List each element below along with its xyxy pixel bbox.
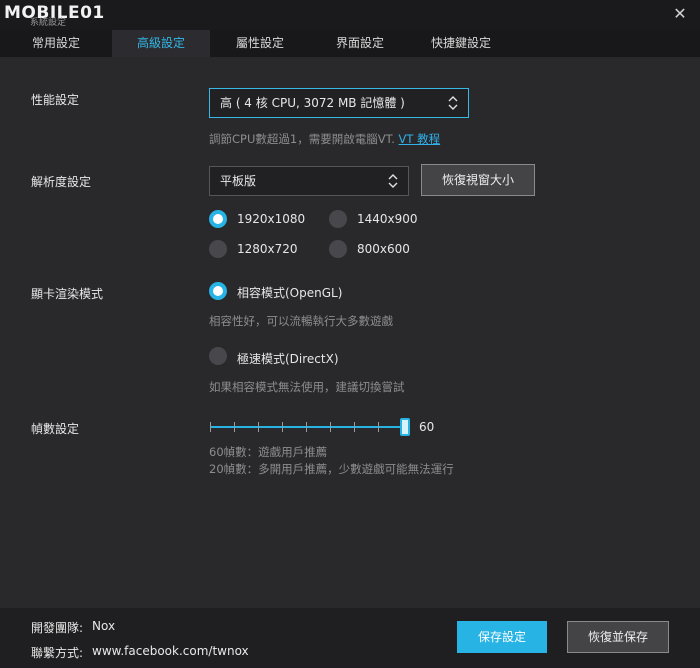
radio-opengl[interactable] bbox=[209, 282, 227, 300]
contact-value: www.facebook.com/twnox bbox=[92, 644, 249, 658]
updown-arrows-icon bbox=[388, 174, 398, 188]
tab-bar: 常用設定 高級設定 屬性設定 界面設定 快捷鍵設定 bbox=[0, 30, 700, 57]
fps-slider-tick bbox=[306, 422, 307, 432]
updown-arrows-icon bbox=[448, 96, 458, 110]
tab-common-settings[interactable]: 常用設定 bbox=[0, 30, 112, 57]
fps-slider-tick bbox=[258, 422, 259, 432]
contact-label: 聯繫方式: bbox=[31, 646, 84, 660]
resolution-label: 解析度設定 bbox=[31, 175, 92, 189]
fps-slider-track[interactable] bbox=[210, 426, 405, 428]
dev-team-label: 開發團隊: bbox=[31, 621, 84, 635]
vt-tutorial-link[interactable]: VT 教程 bbox=[399, 132, 441, 146]
tab-shortcut-settings[interactable]: 快捷鍵設定 bbox=[410, 30, 512, 57]
fps-value: 60 bbox=[419, 420, 435, 434]
radio-opengl-label: 相容模式(OpenGL) bbox=[237, 286, 343, 300]
fps-slider-tick bbox=[210, 422, 211, 432]
save-settings-button[interactable]: 保存設定 bbox=[457, 621, 547, 653]
fps-slider-tick bbox=[378, 422, 379, 432]
radio-1280x720-label: 1280x720 bbox=[237, 242, 298, 256]
tab-advanced-settings[interactable]: 高級設定 bbox=[112, 30, 210, 57]
resolution-select-value: 平板版 bbox=[220, 174, 257, 188]
fps-label: 幀數設定 bbox=[31, 422, 80, 436]
restore-and-save-button[interactable]: 恢復並保存 bbox=[567, 621, 669, 653]
fps-slider-tick bbox=[282, 422, 283, 432]
performance-select[interactable]: 高 ( 4 核 CPU, 3072 MB 記憶體 ) bbox=[209, 88, 469, 118]
dev-team-value: Nox bbox=[92, 619, 116, 633]
opengl-hint: 相容性好，可以流暢執行大多數遊戲 bbox=[209, 314, 393, 328]
tab-interface-settings[interactable]: 界面設定 bbox=[310, 30, 410, 57]
fps-slider-tick bbox=[234, 422, 235, 432]
radio-1920x1080[interactable] bbox=[209, 210, 227, 228]
tab-property-settings[interactable]: 屬性設定 bbox=[210, 30, 310, 57]
radio-800x600[interactable] bbox=[329, 240, 347, 258]
fps-slider-handle[interactable] bbox=[400, 418, 410, 436]
fps-hint-60: 60幀數：遊戲用戶推薦 bbox=[209, 445, 328, 459]
resolution-select[interactable]: 平板版 bbox=[209, 166, 409, 196]
radio-directx-label: 極速模式(DirectX) bbox=[237, 352, 339, 366]
radio-1280x720[interactable] bbox=[209, 240, 227, 258]
performance-label: 性能設定 bbox=[31, 93, 80, 107]
restore-window-size-button[interactable]: 恢復視窗大小 bbox=[421, 164, 535, 196]
app-subtitle: 系統設定 bbox=[30, 18, 67, 28]
fps-slider-tick bbox=[330, 422, 331, 432]
radio-1440x900-label: 1440x900 bbox=[357, 212, 418, 226]
radio-1920x1080-label: 1920x1080 bbox=[237, 212, 306, 226]
performance-select-value: 高 ( 4 核 CPU, 3072 MB 記憶體 ) bbox=[220, 96, 405, 110]
radio-800x600-label: 800x600 bbox=[357, 242, 410, 256]
title-bar: MOBILE01 系統設定 ✕ bbox=[0, 0, 700, 30]
performance-hint-text: 調節CPU數超過1，需要開啟電腦VT. bbox=[209, 132, 395, 146]
performance-hint: 調節CPU數超過1，需要開啟電腦VT. VT 教程 bbox=[209, 131, 440, 147]
radio-1440x900[interactable] bbox=[329, 210, 347, 228]
close-button[interactable]: ✕ bbox=[670, 4, 690, 24]
radio-directx[interactable] bbox=[209, 347, 227, 365]
directx-hint: 如果相容模式無法使用，建議切換嘗試 bbox=[209, 380, 405, 394]
fps-slider-tick bbox=[354, 422, 355, 432]
render-mode-label: 顯卡渲染模式 bbox=[31, 287, 104, 301]
fps-hint-20: 20幀數：多開用戶推薦，少數遊戲可能無法運行 bbox=[209, 462, 454, 476]
